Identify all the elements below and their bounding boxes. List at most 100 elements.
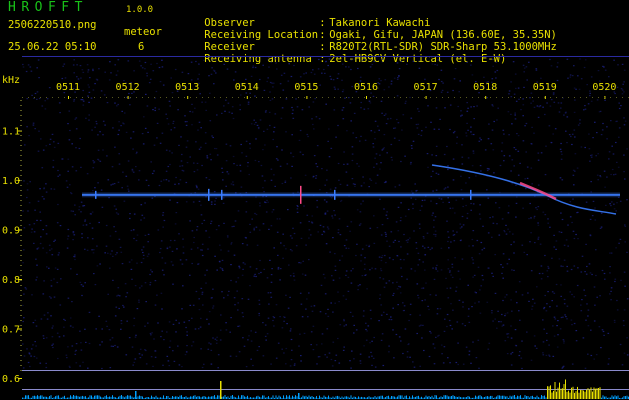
- noise-dot: [561, 367, 564, 369]
- noise-dot: [39, 211, 41, 213]
- noise-dot: [548, 125, 551, 127]
- x-tick-mark: [246, 96, 248, 99]
- spectrum-bar: [332, 396, 334, 399]
- noise-dot: [419, 209, 422, 211]
- noise-dot: [395, 221, 398, 223]
- y-minor-tick: [20, 265, 22, 266]
- noise-dot: [515, 87, 517, 89]
- y-tick-label: 0.7: [2, 325, 20, 336]
- noise-dot: [430, 175, 433, 178]
- spectrum-bar: [131, 396, 133, 399]
- noise-dot: [276, 68, 278, 70]
- noise-dot: [547, 218, 549, 220]
- noise-dot: [332, 279, 335, 281]
- noise-dot: [272, 86, 274, 88]
- noise-dot: [92, 190, 94, 192]
- noise-dot: [608, 151, 611, 153]
- noise-dot: [359, 353, 362, 355]
- noise-dot: [522, 115, 524, 117]
- noise-dot: [522, 104, 525, 106]
- noise-dot: [458, 299, 461, 301]
- spectrum-bar: [490, 395, 491, 399]
- noise-dot: [342, 295, 345, 297]
- noise-dot: [502, 324, 505, 326]
- noise-dot: [142, 143, 145, 145]
- noise-dot: [456, 321, 459, 323]
- noise-dot: [421, 199, 424, 201]
- noise-dot: [91, 211, 94, 213]
- noise-dot: [491, 312, 493, 314]
- noise-dot: [492, 222, 495, 224]
- noise-dot: [299, 129, 302, 132]
- noise-dot: [449, 287, 452, 289]
- noise-dot: [623, 324, 625, 327]
- noise-dot: [212, 136, 214, 139]
- noise-dot: [184, 354, 187, 356]
- noise-dot: [280, 117, 283, 119]
- noise-dot: [169, 246, 171, 248]
- spectrum-bar: [88, 397, 89, 399]
- noise-dot: [350, 270, 352, 272]
- noise-dot: [69, 325, 72, 327]
- noise-dot: [453, 240, 456, 242]
- noise-dot: [553, 292, 556, 294]
- noise-dot: [230, 264, 232, 266]
- noise-dot: [331, 217, 334, 219]
- noise-dot: [39, 188, 41, 190]
- noise-dot: [557, 320, 559, 322]
- noise-dot: [588, 133, 590, 135]
- spectrum-bar: [460, 397, 461, 399]
- noise-dot: [260, 271, 262, 274]
- noise-dot: [400, 60, 403, 62]
- noise-dot: [556, 305, 558, 307]
- noise-dot: [409, 356, 411, 358]
- noise-dot: [262, 187, 264, 189]
- noise-dot: [455, 199, 458, 201]
- noise-dot: [111, 250, 113, 252]
- x-minor-tick: [70, 97, 71, 98]
- noise-dot: [337, 73, 340, 75]
- noise-dot: [483, 247, 486, 249]
- noise-dot: [597, 179, 599, 181]
- noise-dot: [381, 112, 383, 114]
- noise-dot: [355, 137, 358, 139]
- noise-dot: [24, 287, 27, 289]
- noise-dot: [272, 209, 275, 211]
- noise-dot: [572, 198, 574, 200]
- noise-dot: [105, 320, 108, 322]
- noise-dot: [429, 248, 432, 251]
- noise-dot: [556, 79, 559, 82]
- spectrum-bar: [545, 397, 547, 399]
- noise-dot: [292, 227, 294, 229]
- noise-dot: [388, 245, 391, 247]
- noise-dot: [540, 278, 543, 280]
- noise-dot: [58, 336, 61, 338]
- noise-dot: [474, 302, 476, 304]
- noise-dot: [468, 354, 471, 356]
- noise-dot: [166, 331, 168, 333]
- noise-dot: [444, 318, 446, 320]
- noise-dot: [383, 147, 385, 149]
- y-minor-tick: [20, 295, 22, 296]
- spectrum-bar: [421, 396, 422, 399]
- noise-dot: [210, 349, 213, 351]
- noise-dot: [558, 258, 561, 260]
- x-minor-tick: [430, 97, 431, 98]
- noise-dot: [409, 314, 412, 316]
- noise-dot: [71, 166, 74, 168]
- noise-dot: [131, 346, 134, 348]
- noise-dot: [163, 274, 165, 276]
- noise-dot: [363, 108, 366, 110]
- spectrum-bar: [605, 396, 607, 399]
- noise-dot: [472, 150, 475, 152]
- noise-dot: [299, 333, 301, 335]
- noise-dot: [456, 136, 458, 138]
- noise-dot: [464, 325, 466, 327]
- noise-dot: [118, 238, 121, 240]
- noise-dot: [581, 299, 583, 301]
- spectrum-bar: [176, 396, 178, 399]
- noise-dot: [143, 116, 145, 118]
- noise-dot: [79, 365, 81, 367]
- noise-dot: [327, 140, 329, 142]
- noise-dot: [536, 286, 538, 288]
